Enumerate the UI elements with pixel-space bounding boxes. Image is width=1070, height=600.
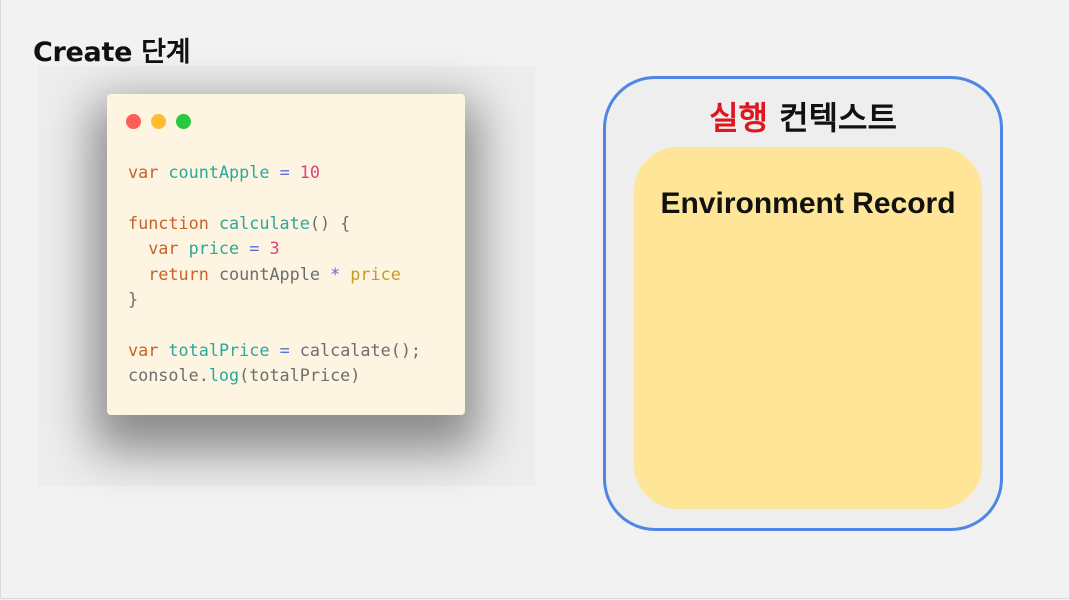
code-token: var — [128, 339, 169, 360]
code-token: = — [239, 238, 270, 259]
code-line: return countApple * price — [128, 262, 421, 287]
window-maximize-icon — [176, 114, 191, 129]
code-token: () { — [309, 212, 351, 233]
code-token: 3 — [269, 238, 280, 259]
code-token: = — [269, 339, 300, 360]
execution-context-title: 실행 컨텍스트 — [606, 93, 1000, 139]
code-window: var countApple = 10 function calculate() … — [107, 94, 465, 415]
code-token: var — [128, 238, 189, 259]
code-line: var totalPrice = calcalate(); — [128, 338, 421, 363]
code-token: * — [330, 263, 351, 284]
code-token: return — [128, 263, 219, 284]
page-title: Create 단계 — [33, 37, 191, 68]
execution-context-title-highlight: 실행 — [709, 99, 768, 137]
code-line: console.log(totalPrice) — [128, 363, 421, 388]
code-token: log — [208, 365, 240, 386]
code-token: totalPrice — [168, 339, 270, 360]
code-line: function calculate() { — [128, 211, 421, 236]
code-token: (totalPrice) — [239, 365, 361, 386]
code-line: } — [128, 287, 421, 312]
code-token: var — [128, 162, 169, 182]
window-close-icon — [126, 114, 141, 129]
code-token: calcalate(); — [299, 339, 422, 360]
code-line: var price = 3 — [128, 236, 421, 261]
code-token: 10 — [299, 162, 320, 182]
code-line: var countApple = 10 — [128, 160, 421, 185]
code-block: var countApple = 10 function calculate() … — [128, 160, 421, 389]
code-token: price — [188, 238, 240, 259]
environment-record-label: Environment Record — [660, 187, 956, 220]
code-token: price — [350, 263, 401, 284]
code-token: countApple — [168, 162, 270, 182]
execution-context-title-rest: 컨텍스트 — [767, 99, 897, 137]
execution-context: 실행 컨텍스트 Environment Record — [603, 76, 1003, 531]
code-token: console. — [128, 365, 209, 386]
code-token: function — [128, 212, 219, 233]
environment-record: Environment Record — [634, 147, 982, 509]
code-token: } — [128, 288, 139, 309]
window-minimize-icon — [151, 114, 166, 129]
code-token: calculate — [218, 212, 310, 233]
code-token: = — [269, 162, 300, 182]
code-token: countApple — [218, 263, 331, 284]
